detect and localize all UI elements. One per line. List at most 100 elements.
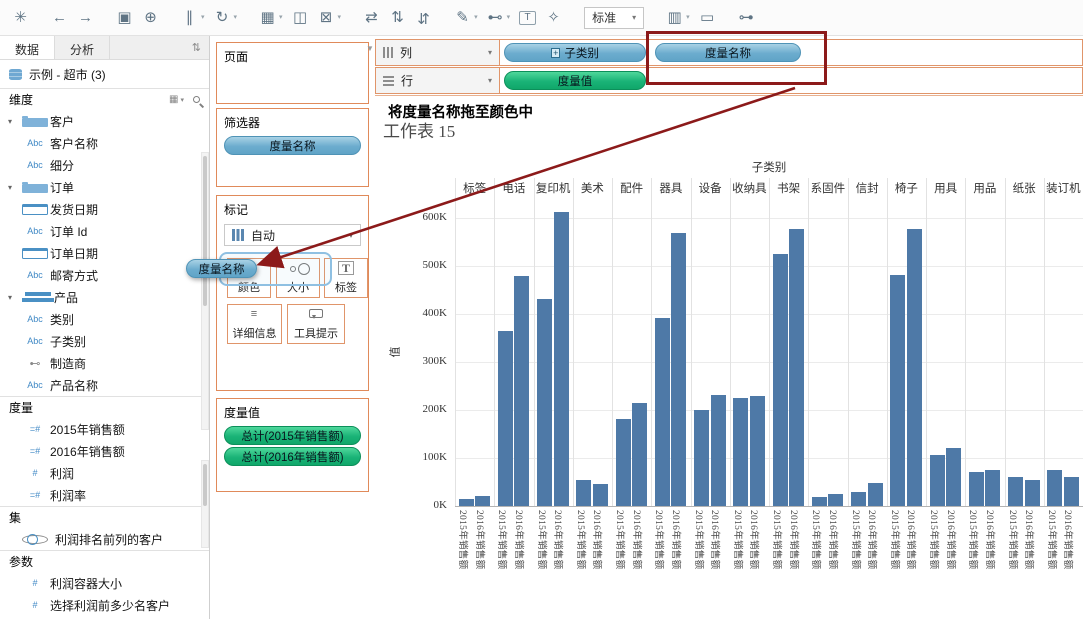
bar-电话-2015年销售额[interactable] <box>497 330 513 506</box>
measures-scrollbar[interactable] <box>201 460 209 548</box>
expand-caret-icon[interactable]: ▾ <box>8 293 20 302</box>
datasource-row[interactable]: 示例 - 超市 (3) <box>0 60 209 88</box>
field-类别[interactable]: Abc 类别 <box>0 308 209 330</box>
show-mark-labels-icon[interactable]: ▥ ▾ <box>666 10 690 25</box>
field-订单日期[interactable]: 订单日期 <box>0 242 209 264</box>
bar-椅子-2016年销售额[interactable] <box>906 228 922 506</box>
field-客户名称[interactable]: Abc 客户名称 <box>0 132 209 154</box>
pill-子类别[interactable]: + 子类别 <box>504 43 646 62</box>
field-客户[interactable]: ▾ 客户 <box>0 110 209 132</box>
bar-标签-2016年销售额[interactable] <box>475 495 491 506</box>
bar-书架-2015年销售额[interactable] <box>772 254 788 506</box>
field-利润[interactable]: # 利润 <box>0 462 209 484</box>
expand-caret-icon[interactable]: ▾ <box>8 183 20 192</box>
clear-sheet-icon[interactable]: ⊠ ▾ <box>318 10 341 25</box>
bar-椅子-2015年销售额[interactable] <box>890 274 906 506</box>
bar-用品-2015年销售额[interactable] <box>968 472 984 506</box>
marks-card[interactable]: 标记 自动 ▾ 颜色 大小 T 标签 ≡ 详细信息 工具提示 <box>216 195 369 391</box>
swap-axes-icon[interactable]: ⇄ <box>363 10 380 25</box>
field-发货日期[interactable]: 发货日期 <box>0 198 209 220</box>
undo-icon[interactable]: ← <box>51 10 68 25</box>
filters-card[interactable]: 筛选器 度量名称 <box>216 108 369 187</box>
sort-descending-icon[interactable]: ⇅ <box>415 9 432 26</box>
bar-信封-2015年销售额[interactable] <box>851 491 867 506</box>
group-members-icon[interactable]: ⊷ ▾ <box>487 10 511 25</box>
text-label-icon[interactable]: T <box>519 10 537 25</box>
bar-设备-2016年销售额[interactable] <box>710 394 726 506</box>
field-利润排名前列的客户[interactable]: 利润排名前列的客户 <box>0 528 209 550</box>
field-子类别[interactable]: Abc 子类别 <box>0 330 209 352</box>
bar-设备-2015年销售额[interactable] <box>694 410 710 506</box>
bar-纸张-2015年销售额[interactable] <box>1008 477 1024 506</box>
expand-box-icon[interactable]: + <box>551 47 561 58</box>
bar-美术-2016年销售额[interactable] <box>592 483 608 506</box>
field-利润容器大小[interactable]: # 利润容器大小 <box>0 572 209 594</box>
bar-纸张-2016年销售额[interactable] <box>1024 480 1040 506</box>
find-field-icon[interactable] <box>193 96 200 103</box>
pages-card[interactable]: 页面 <box>216 42 369 104</box>
field-订单[interactable]: ▾ 订单 <box>0 176 209 198</box>
bar-用具-2016年销售额[interactable] <box>946 448 962 506</box>
mark-type-dropdown[interactable]: 自动 ▾ <box>224 224 361 246</box>
tableau-logo-icon[interactable]: ✳ <box>12 10 29 25</box>
sort-ascending-icon[interactable]: ⇅ <box>389 10 406 25</box>
field-2016年销售额[interactable]: =# 2016年销售额 <box>0 440 209 462</box>
bar-美术-2015年销售额[interactable] <box>576 479 592 506</box>
bar-收纳具-2015年销售额[interactable] <box>733 397 749 506</box>
redo-icon[interactable]: → <box>77 10 94 25</box>
pill-总计(2015年销售额)[interactable]: 总计(2015年销售额) <box>224 426 361 445</box>
add-datasource-icon[interactable]: ⊕ <box>142 10 159 25</box>
bar-用品-2016年销售额[interactable] <box>985 470 1001 506</box>
bar-复印机-2015年销售额[interactable] <box>537 298 553 506</box>
tab-数据[interactable]: 数据 <box>0 36 56 59</box>
presentation-mode-icon[interactable]: ▭ <box>699 10 716 25</box>
bar-用具-2015年销售额[interactable] <box>929 455 945 506</box>
bar-配件-2015年销售额[interactable] <box>615 418 631 506</box>
bar-复印机-2016年销售额[interactable] <box>553 212 569 506</box>
view-as-icon[interactable]: ▦ ▾ <box>169 94 184 105</box>
bar-书架-2016年销售额[interactable] <box>789 228 805 506</box>
pause-updates-icon[interactable]: ∥ ▾ <box>181 10 205 25</box>
dimensions-scrollbar[interactable] <box>201 152 209 430</box>
field-产品名称[interactable]: Abc 产品名称 <box>0 374 209 396</box>
save-icon[interactable]: ▣ <box>116 10 133 25</box>
share-icon[interactable]: ⊶ <box>738 10 755 25</box>
bar-装订机-2016年销售额[interactable] <box>1063 477 1079 506</box>
pill-度量名称[interactable]: 度量名称 <box>224 136 361 155</box>
highlight-icon[interactable]: ✎ ▾ <box>454 10 477 25</box>
marks-button-工具提示[interactable]: 工具提示 <box>287 304 345 344</box>
field-制造商[interactable]: ⊷ 制造商 <box>0 352 209 374</box>
new-worksheet-icon[interactable]: ▦ ▾ <box>259 10 282 25</box>
bar-电话-2016年销售额[interactable] <box>514 275 530 506</box>
tab-分析[interactable]: 分析 <box>55 36 111 59</box>
field-利润率[interactable]: =# 利润率 <box>0 484 209 506</box>
field-产品[interactable]: ▾ 产品 <box>0 286 209 308</box>
pill-总计(2016年销售额)[interactable]: 总计(2016年销售额) <box>224 447 361 466</box>
fix-axes-icon[interactable]: ✧ <box>545 10 562 25</box>
field-选择利润前多少名客户[interactable]: # 选择利润前多少名客户 <box>0 594 209 616</box>
pane-toggle-icon[interactable]: ⇅ <box>184 36 209 59</box>
detail-icon: ≡ <box>250 308 259 320</box>
bar-装订机-2015年销售额[interactable] <box>1047 469 1063 506</box>
dragged-pill[interactable]: 度量名称 <box>186 259 257 278</box>
cards-scroll-down-icon[interactable]: ▼ <box>366 44 374 53</box>
bar-信封-2016年销售额[interactable] <box>867 483 883 506</box>
bar-器具-2015年销售额[interactable] <box>654 317 670 506</box>
bar-配件-2016年销售额[interactable] <box>632 402 648 506</box>
bar-系固件-2016年销售额[interactable] <box>828 493 844 506</box>
bar-系固件-2015年销售额[interactable] <box>811 497 827 506</box>
field-2015年销售额[interactable]: =# 2015年销售额 <box>0 418 209 440</box>
marks-button-详细信息[interactable]: ≡ 详细信息 <box>227 304 282 344</box>
bar-收纳具-2016年销售额[interactable] <box>749 395 765 506</box>
fit-selector[interactable]: 标准 ▾ <box>584 6 645 29</box>
bar-标签-2015年销售额[interactable] <box>458 498 474 506</box>
bar-器具-2016年销售额[interactable] <box>671 233 687 506</box>
pill-度量值[interactable]: 度量值 <box>504 71 646 90</box>
field-订单 Id[interactable]: Abc 订单 Id <box>0 220 209 242</box>
duplicate-sheet-icon[interactable]: ◫ <box>292 10 309 25</box>
measure-values-card[interactable]: 度量值 总计(2015年销售额) 总计(2016年销售额) <box>216 398 369 492</box>
field-细分[interactable]: Abc 细分 <box>0 154 209 176</box>
refresh-icon[interactable]: ↻ ▾ <box>214 10 237 25</box>
field-邮寄方式[interactable]: Abc 邮寄方式 <box>0 264 209 286</box>
expand-caret-icon[interactable]: ▾ <box>8 117 20 126</box>
